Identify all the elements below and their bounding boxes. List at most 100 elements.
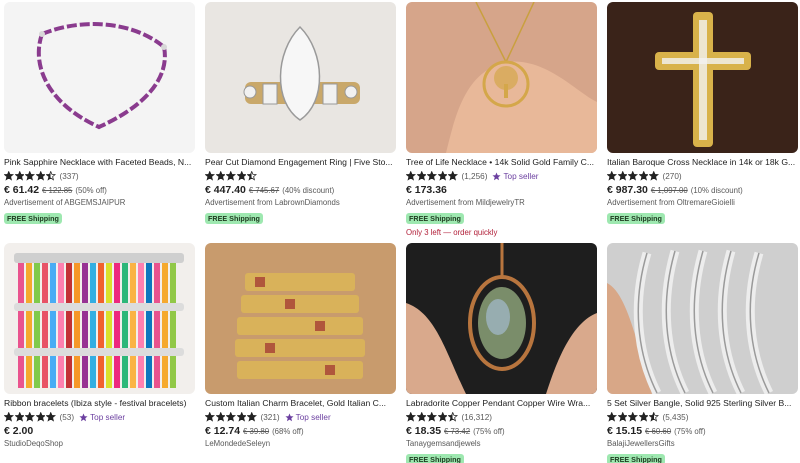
discount-label: (68% off) [272, 427, 304, 436]
price-row: € 987.30 € 1,097.00 (10% discount) [607, 184, 798, 196]
star-seller-icon [285, 412, 294, 421]
product-image-italian-charm-bracelet[interactable] [205, 243, 396, 394]
free-shipping-badge: FREE Shipping [406, 454, 464, 463]
listing-title[interactable]: Custom Italian Charm Bracelet, Gold Ital… [205, 398, 396, 409]
original-price: € 745.67 [248, 186, 280, 195]
price-row: € 2.00 [4, 425, 195, 437]
star-icon [247, 412, 257, 422]
star-rating [4, 171, 57, 181]
original-price: € 73.42 [444, 427, 471, 436]
sale-price: € 15.15 [607, 425, 643, 437]
rating-row: (337) [4, 171, 195, 181]
price-row: € 18.35 € 73.42 (75% off) [406, 425, 597, 437]
star-seller-text: Top seller [90, 412, 126, 422]
product-image-tree-of-life-necklace[interactable] [406, 2, 597, 153]
star-icon [247, 171, 257, 181]
product-image-diamond-ring[interactable] [205, 2, 396, 153]
star-icon [427, 412, 437, 422]
star-icon [437, 412, 447, 422]
star-icon [427, 171, 437, 181]
review-count: (337) [59, 171, 79, 181]
star-icon [607, 412, 617, 422]
listing-title[interactable]: Labradorite Copper Pendant Copper Wire W… [406, 398, 597, 409]
star-icon [215, 171, 225, 181]
listing-title[interactable]: 5 Set Silver Bangle, Solid 925 Sterling … [607, 398, 798, 409]
star-rating [607, 412, 660, 422]
seller-name[interactable]: Advertisement from LabrownDiamonds [205, 198, 396, 208]
seller-name[interactable]: Advertisement from MildjewelryTR [406, 198, 597, 208]
star-rating [205, 171, 258, 181]
star-seller-icon [492, 171, 502, 180]
product-image-ribbon-bracelets[interactable] [4, 243, 195, 394]
star-seller-icon [79, 412, 88, 421]
listing-title[interactable]: Tree of Life Necklace • 14k Solid Gold F… [406, 157, 597, 168]
seller-name[interactable]: BalajiJewellersGifts [607, 439, 798, 449]
star-icon [4, 171, 14, 181]
listing-card[interactable]: Custom Italian Charm Bracelet, Gold Ital… [205, 243, 396, 449]
star-icon [35, 412, 45, 422]
star-icon [205, 171, 215, 181]
discount-label: (50% off) [75, 186, 107, 195]
sale-price: € 2.00 [4, 425, 34, 437]
rating-row [205, 171, 396, 181]
listing-card[interactable]: Pink Sapphire Necklace with Faceted Bead… [4, 2, 195, 226]
listing-grid: Pink Sapphire Necklace with Faceted Bead… [0, 0, 800, 463]
listing-card[interactable]: 5 Set Silver Bangle, Solid 925 Sterling … [607, 243, 798, 463]
product-image-baroque-cross[interactable] [607, 2, 798, 153]
discount-label: (10% discount) [690, 186, 743, 195]
star-icon [448, 412, 458, 422]
product-image-purple-bead-necklace[interactable] [4, 2, 195, 153]
original-price: € 60.60 [645, 427, 672, 436]
seller-name[interactable]: Advertisement of ABGEMSJAIPUR [4, 198, 195, 208]
review-count: (53) [59, 412, 75, 422]
sale-price: € 12.74 [205, 425, 241, 437]
listing-card[interactable]: Labradorite Copper Pendant Copper Wire W… [406, 243, 597, 463]
listing-card[interactable]: Italian Baroque Cross Necklace in 14k or… [607, 2, 798, 226]
listing-title[interactable]: Ribbon bracelets (Ibiza style - festival… [4, 398, 195, 409]
star-icon [638, 171, 648, 181]
star-seller-text: Top seller [503, 171, 539, 181]
listing-title[interactable]: Pink Sapphire Necklace with Faceted Bead… [4, 157, 195, 168]
product-image-silver-bangles[interactable] [607, 243, 798, 394]
review-count: (321) [260, 412, 280, 422]
rating-row: (321) Top seller [205, 412, 396, 422]
rating-row: (5,435) [607, 412, 798, 422]
free-shipping-badge: FREE Shipping [406, 213, 464, 224]
star-icon [617, 412, 627, 422]
listing-card[interactable]: Pear Cut Diamond Engagement Ring | Five … [205, 2, 396, 226]
star-icon [205, 412, 215, 422]
star-icon [628, 412, 638, 422]
star-icon [14, 412, 24, 422]
seller-name[interactable]: LeMondedeSeleyn [205, 439, 396, 449]
seller-name[interactable]: Advertisement from OltremareGioielli [607, 198, 798, 208]
seller-name[interactable]: StudioDeqoShop [4, 439, 195, 449]
sale-price: € 447.40 [205, 184, 246, 196]
discount-label: (40% discount) [282, 186, 335, 195]
star-icon [628, 171, 638, 181]
listing-title[interactable]: Italian Baroque Cross Necklace in 14k or… [607, 157, 798, 168]
star-icon [35, 171, 45, 181]
star-seller-label: Top seller [492, 171, 539, 181]
star-icon [236, 171, 246, 181]
star-icon [416, 412, 426, 422]
listing-card[interactable]: Tree of Life Necklace • 14k Solid Gold F… [406, 2, 597, 237]
star-rating [205, 412, 258, 422]
star-icon [607, 171, 617, 181]
review-count: (5,435) [662, 412, 689, 422]
review-count: (16,312) [461, 412, 493, 422]
star-icon [46, 412, 56, 422]
rating-row: (53) Top seller [4, 412, 195, 422]
star-icon [25, 171, 35, 181]
star-rating [406, 171, 459, 181]
seller-name[interactable]: Tanaygemsandjewels [406, 439, 597, 449]
product-image-labradorite-pendant[interactable] [406, 243, 597, 394]
rating-row: (270) [607, 171, 798, 181]
star-icon [25, 412, 35, 422]
listing-title[interactable]: Pear Cut Diamond Engagement Ring | Five … [205, 157, 396, 168]
discount-label: (75% off) [473, 427, 505, 436]
original-price: € 122.85 [42, 186, 73, 195]
star-icon [448, 171, 458, 181]
star-rating [4, 412, 57, 422]
low-stock-notice: Only 3 left — order quickly [406, 228, 498, 237]
listing-card[interactable]: Ribbon bracelets (Ibiza style - festival… [4, 243, 195, 449]
